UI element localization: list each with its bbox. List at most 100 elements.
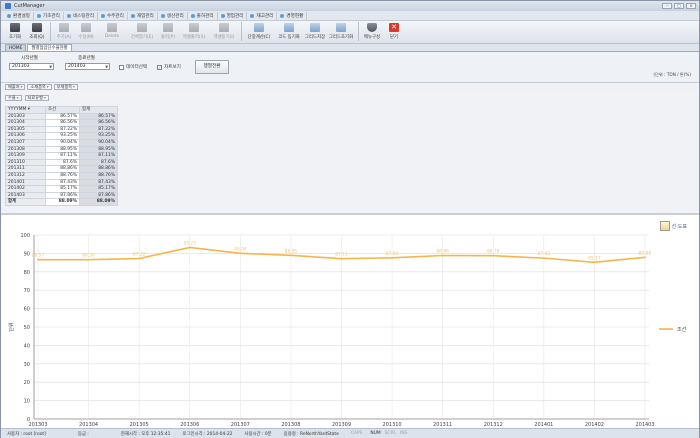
- toolbar-button-menu-config[interactable]: 메뉴구성: [361, 21, 383, 42]
- toolbar-button-search[interactable]: 조회(Q): [26, 21, 48, 42]
- toolbar-button-grid-save[interactable]: 그리드저장: [304, 21, 326, 42]
- status-num: NUM: [370, 431, 381, 436]
- menu-item-7[interactable]: 영업관리: [218, 11, 248, 20]
- row-field-label: 수율: [8, 95, 16, 100]
- table-row[interactable]: 201306 93.25% 93.25%: [5, 132, 118, 140]
- row-field-button[interactable]: 수율 ▾: [5, 95, 22, 101]
- value-cell: 86.56%: [45, 119, 80, 127]
- menu-icon: [250, 13, 255, 18]
- toolbar-button-calculator[interactable]: 단중계산(C): [244, 21, 274, 42]
- data-point: [188, 246, 191, 249]
- menu-item-8[interactable]: 재고관리: [247, 11, 278, 20]
- table-row[interactable]: 201403 87.86% 87.86%: [5, 191, 118, 200]
- chart-view-label: 차트보기: [164, 65, 181, 70]
- tab-home[interactable]: HOME: [5, 44, 27, 51]
- row-header-cell: 201310: [5, 158, 46, 167]
- end-month-select[interactable]: 201403 ▼: [65, 63, 110, 70]
- data-label: 88.95: [285, 248, 298, 254]
- data-label: 87.43: [538, 251, 551, 257]
- menu-item-label: 경영현황: [286, 13, 304, 19]
- table-row[interactable]: 201309 87.11% 87.11%: [5, 152, 118, 160]
- start-month-select[interactable]: 201303 ▼: [9, 63, 54, 70]
- value-cell: 87.6%: [79, 158, 118, 167]
- menu-item-1[interactable]: 기초관리: [34, 11, 64, 20]
- toolbar-button-expand[interactable]: 전체열기(E): [127, 21, 157, 42]
- menu-item-3[interactable]: 수주관리: [98, 11, 128, 20]
- menu-item-5[interactable]: 생산관리: [158, 11, 188, 20]
- value-cell: 88.09%: [45, 198, 80, 206]
- group-field-button[interactable]: 소재품목 ▾: [27, 83, 52, 90]
- value-cell: 87.22%: [79, 125, 118, 134]
- data-label: 88.76: [487, 249, 500, 255]
- table-row[interactable]: 201305 87.22% 87.22%: [5, 125, 118, 134]
- chart-view-checkbox[interactable]: ✓ 차트보기: [157, 64, 181, 70]
- data-point: [87, 258, 90, 261]
- app-icon: [5, 3, 11, 9]
- toolbar-button-reset[interactable]: 초기화: [4, 21, 26, 42]
- toolbar-button-label: 그리드초기화: [328, 35, 354, 40]
- menu-icon: [66, 13, 71, 18]
- toolbar-button-add[interactable]: 추가(A): [53, 21, 75, 42]
- group-field-label: 부재품목: [56, 83, 73, 89]
- toolbar-button-label: 조회(Q): [29, 35, 45, 40]
- status-bar: 사용자 : root [root] 등급 : 현재시각 : 오후 12:35:4…: [1, 428, 699, 438]
- menu-item-9[interactable]: 경영현황: [277, 11, 308, 20]
- data-label: 93.25: [183, 240, 196, 246]
- table-row[interactable]: 201311 88.86% 88.86%: [5, 165, 118, 173]
- table-row[interactable]: 201310 87.6% 87.6%: [5, 158, 118, 167]
- search-icon: [32, 23, 42, 32]
- group-field-button[interactable]: 부재품목 ▾: [53, 83, 78, 90]
- value-cell: 87.43%: [45, 178, 80, 187]
- toolbar-button-delete[interactable]: Delete: [97, 21, 127, 42]
- table-row[interactable]: 201312 88.76% 88.76%: [5, 171, 118, 180]
- yyyymm-header[interactable]: YYYYMM ▾: [5, 106, 46, 114]
- table-row[interactable]: 201304 86.56% 86.56%: [5, 119, 118, 127]
- data-point: [441, 254, 444, 257]
- status-current-time: 현재시각 : 오후 12:35:41: [120, 431, 171, 437]
- data-select-checkbox[interactable]: 데이터선택: [119, 64, 147, 70]
- menu-item-label: 기초관리: [42, 13, 60, 19]
- table-row[interactable]: 201402 85.17% 85.17%: [5, 185, 118, 193]
- table-row[interactable]: 201401 87.43% 87.43%: [5, 178, 118, 187]
- pivot-total-row[interactable]: 합계 88.09% 88.09%: [5, 198, 118, 206]
- y-tick-label: 30: [24, 362, 30, 368]
- menu-item-label: 생산관리: [166, 13, 184, 19]
- toolbar-button-print[interactable]: 출력(P): [157, 21, 179, 42]
- toolbar-button-edit[interactable]: 수정(M): [75, 21, 97, 42]
- checkmark-icon: ✓: [157, 64, 162, 70]
- menu-item-0[interactable]: 환경설정: [4, 11, 34, 20]
- maximize-icon[interactable]: □: [674, 3, 684, 9]
- data-point: [593, 261, 596, 264]
- menu-icon: [36, 13, 41, 18]
- data-label: 87.86: [639, 250, 652, 256]
- menu-item-2[interactable]: 네스팅관리: [64, 11, 98, 20]
- group-field-button[interactable]: 매출처 ▾: [5, 83, 26, 90]
- data-select-label: 데이터선택: [126, 65, 148, 70]
- close-window-icon[interactable]: ×: [686, 3, 696, 9]
- table-row[interactable]: 201303 86.57% 86.57%: [5, 112, 118, 121]
- table-row[interactable]: 201308 88.95% 88.95%: [5, 145, 118, 154]
- menu-item-label: 수주관리: [106, 13, 124, 19]
- toolbar-button-excel-import[interactable]: 엑셀읽기(I): [209, 21, 239, 42]
- status-login-time: 로그인시각 : 2014-04-22: [182, 431, 233, 437]
- data-point: [37, 258, 39, 261]
- toolbar-button-label: 닫기: [389, 35, 399, 40]
- convert-rows-columns-button[interactable]: 행열전환: [195, 60, 229, 74]
- table-row[interactable]: 201307 90.04% 90.04%: [5, 138, 118, 147]
- legend-label: 조선: [677, 326, 687, 333]
- column-field-button[interactable]: 자료유형 ▾: [24, 95, 49, 101]
- menu-item-6[interactable]: 출하관리: [188, 11, 218, 20]
- toolbar-button-close[interactable]: ✕ 닫기: [383, 21, 405, 42]
- data-label: 90.04: [234, 246, 247, 252]
- toolbar-button-excel[interactable]: 엑셀출력(X): [179, 21, 209, 42]
- toolbar-separator: [50, 22, 51, 41]
- data-label: 87.60: [386, 251, 399, 257]
- toolbar-button-grid-reset[interactable]: 그리드초기화: [326, 21, 356, 42]
- menu-item-4[interactable]: 재입관리: [128, 11, 158, 20]
- row-header-cell: 합계: [5, 198, 46, 206]
- value-cell: 87.11%: [45, 152, 80, 160]
- minimize-icon[interactable]: –: [662, 3, 672, 9]
- toolbar-button-code-sync[interactable]: 코드 등기화: [274, 21, 304, 42]
- menu-item-label: 영업관리: [226, 13, 244, 19]
- tab-monthly-yield[interactable]: 월별협압단수율현황: [27, 44, 72, 51]
